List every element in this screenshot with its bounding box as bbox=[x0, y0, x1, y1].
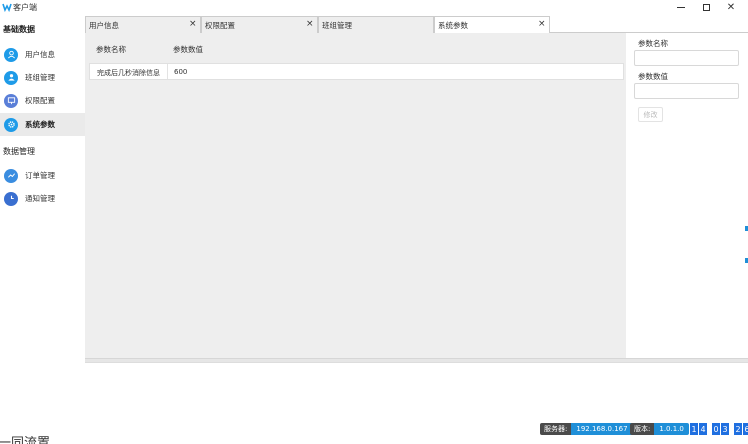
clock-digit: 1 bbox=[690, 423, 698, 435]
sidebar-item-label: 班组管理 bbox=[25, 73, 55, 82]
column-header-value: 参数数值 bbox=[173, 45, 203, 54]
cell-param-name: 完成后几秒消除信息 bbox=[97, 69, 160, 77]
tab-user-info[interactable]: 用户信息 × bbox=[85, 16, 201, 33]
bottom-pane bbox=[85, 362, 748, 419]
app-logo-icon bbox=[2, 3, 12, 12]
status-bar: 服务器: 192.168.0.167 版本: 1.0.1.0 1 4 0 3 2… bbox=[0, 419, 748, 444]
monitor-icon bbox=[4, 93, 18, 108]
team-icon bbox=[4, 70, 18, 85]
param-value-label: 参数数值 bbox=[638, 72, 668, 81]
server-badge: 服务器: 192.168.0.167 bbox=[540, 423, 633, 435]
tab-bar: 用户信息 × 权限配置 × 班组管理 系统参数 × bbox=[85, 16, 748, 33]
maximize-button[interactable] bbox=[693, 0, 719, 14]
version-value: 1.0.1.0 bbox=[654, 423, 689, 435]
tab-team[interactable]: 班组管理 bbox=[318, 16, 434, 33]
sidebar-item-label: 系统参数 bbox=[25, 120, 55, 129]
tab-label: 用户信息 bbox=[89, 21, 119, 30]
minimize-icon bbox=[677, 6, 685, 8]
close-icon[interactable]: × bbox=[189, 19, 197, 29]
column-header-name: 参数名称 bbox=[96, 45, 126, 54]
server-value: 192.168.0.167 bbox=[571, 423, 633, 435]
clock-digit: 3 bbox=[721, 423, 729, 435]
tab-permissions[interactable]: 权限配置 × bbox=[201, 16, 318, 33]
sidebar-item-user-info[interactable]: 用户信息 bbox=[0, 43, 85, 66]
sidebar: 基础数据 用户信息 班组管理 权限配置 系统参数 数据管理 订单管理 通知管理 bbox=[0, 14, 85, 419]
sidebar-item-permissions[interactable]: 权限配置 bbox=[0, 89, 85, 112]
table-row[interactable]: 完成后几秒消除信息 600 bbox=[89, 63, 624, 80]
background-text: 一同流置 bbox=[0, 436, 51, 444]
title-bar: 客户端 ✕ bbox=[0, 0, 748, 14]
clock-digit: 4 bbox=[699, 423, 707, 435]
tab-label: 系统参数 bbox=[438, 21, 468, 30]
edit-panel: 参数名称 参数数值 修改 bbox=[626, 33, 746, 358]
maximize-icon bbox=[702, 3, 710, 11]
cell-param-value: 600 bbox=[174, 68, 188, 76]
tab-label: 班组管理 bbox=[322, 21, 352, 30]
version-badge: 版本: 1.0.1.0 bbox=[630, 423, 689, 435]
tab-system-params[interactable]: 系统参数 × bbox=[434, 16, 550, 33]
sidebar-item-label: 用户信息 bbox=[25, 50, 55, 59]
cell-divider bbox=[167, 64, 168, 79]
clock-icon bbox=[4, 191, 18, 206]
gear-icon bbox=[4, 117, 18, 132]
params-table-area: 参数名称 参数数值 完成后几秒消除信息 600 bbox=[85, 33, 626, 358]
trend-icon bbox=[4, 168, 18, 183]
param-name-input[interactable] bbox=[634, 50, 739, 66]
close-icon: ✕ bbox=[726, 1, 736, 13]
tab-label: 权限配置 bbox=[205, 21, 235, 30]
sidebar-item-system-params[interactable]: 系统参数 bbox=[0, 113, 85, 136]
server-label: 服务器: bbox=[540, 423, 572, 435]
background-window-strip: 一同流置 bbox=[0, 436, 85, 444]
sidebar-group-title: 数据管理 bbox=[3, 147, 35, 156]
clock-digit: 6 bbox=[743, 423, 748, 435]
param-name-label: 参数名称 bbox=[638, 39, 668, 48]
sidebar-item-label: 通知管理 bbox=[25, 194, 55, 203]
sidebar-item-label: 权限配置 bbox=[25, 96, 55, 105]
clock-display: 1 4 0 3 2 6 bbox=[690, 423, 748, 435]
edit-button[interactable]: 修改 bbox=[638, 107, 663, 122]
sidebar-item-label: 订单管理 bbox=[25, 171, 55, 180]
close-window-button[interactable]: ✕ bbox=[718, 0, 744, 14]
sidebar-item-notifications[interactable]: 通知管理 bbox=[0, 187, 85, 210]
user-icon bbox=[4, 47, 18, 62]
sidebar-item-team[interactable]: 班组管理 bbox=[0, 66, 85, 89]
window-title: 客户端 bbox=[13, 3, 37, 12]
minimize-button[interactable] bbox=[668, 0, 694, 14]
close-icon[interactable]: × bbox=[306, 19, 314, 29]
version-label: 版本: bbox=[630, 423, 655, 435]
param-value-input[interactable] bbox=[634, 83, 739, 99]
clock-digit: 0 bbox=[712, 423, 720, 435]
close-icon[interactable]: × bbox=[538, 19, 546, 29]
sidebar-group-title: 基础数据 bbox=[3, 25, 35, 34]
clock-digit: 2 bbox=[734, 423, 742, 435]
sidebar-item-orders[interactable]: 订单管理 bbox=[0, 164, 85, 187]
